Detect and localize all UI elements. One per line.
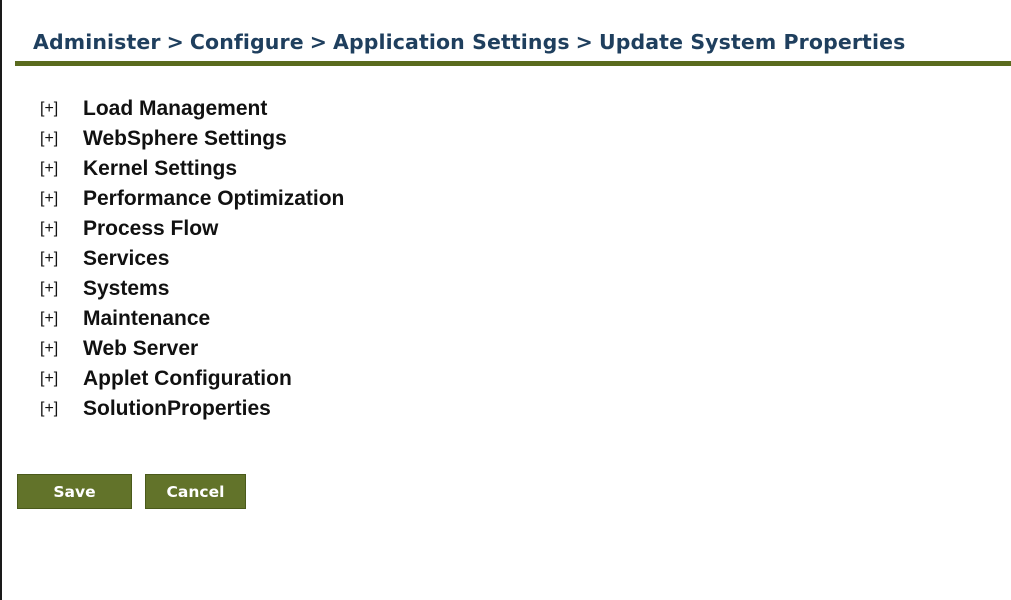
expand-toggle[interactable]: [+] bbox=[40, 190, 83, 208]
breadcrumb-separator: > bbox=[166, 30, 184, 54]
tree-item-performance-optimization: [+] Performance Optimization bbox=[40, 184, 344, 214]
breadcrumb: Administer > Configure > Application Setting… bbox=[33, 30, 905, 54]
tree-item-label[interactable]: Performance Optimization bbox=[83, 187, 344, 211]
tree-item-load-management: [+] Load Management bbox=[40, 94, 344, 124]
tree-item-label[interactable]: Applet Configuration bbox=[83, 367, 292, 391]
header-divider bbox=[15, 61, 1011, 66]
expand-toggle[interactable]: [+] bbox=[40, 400, 83, 418]
expand-toggle[interactable]: [+] bbox=[40, 250, 83, 268]
tree-item-web-server: [+] Web Server bbox=[40, 334, 344, 364]
tree-item-label[interactable]: Load Management bbox=[83, 97, 267, 121]
expand-toggle[interactable]: [+] bbox=[40, 310, 83, 328]
expand-toggle[interactable]: [+] bbox=[40, 370, 83, 388]
tree-item-label[interactable]: Web Server bbox=[83, 337, 198, 361]
breadcrumb-separator: > bbox=[575, 30, 593, 54]
breadcrumb-item-application-settings[interactable]: Application Settings bbox=[333, 30, 570, 54]
expand-toggle[interactable]: [+] bbox=[40, 220, 83, 238]
tree-item-label[interactable]: WebSphere Settings bbox=[83, 127, 287, 151]
breadcrumb-item-administer[interactable]: Administer bbox=[33, 30, 161, 54]
tree-item-websphere-settings: [+] WebSphere Settings bbox=[40, 124, 344, 154]
tree-item-label[interactable]: Systems bbox=[83, 277, 169, 301]
expand-toggle[interactable]: [+] bbox=[40, 130, 83, 148]
expand-toggle[interactable]: [+] bbox=[40, 100, 83, 118]
tree-item-label[interactable]: Maintenance bbox=[83, 307, 210, 331]
tree-item-label[interactable]: Kernel Settings bbox=[83, 157, 237, 181]
tree-item-services: [+] Services bbox=[40, 244, 344, 274]
save-button[interactable]: Save bbox=[17, 474, 132, 509]
expand-toggle[interactable]: [+] bbox=[40, 340, 83, 358]
tree-item-label[interactable]: SolutionProperties bbox=[83, 397, 271, 421]
breadcrumb-item-update-system-properties: Update System Properties bbox=[598, 30, 906, 54]
tree-item-solution-properties: [+] SolutionProperties bbox=[40, 394, 344, 424]
tree-item-process-flow: [+] Process Flow bbox=[40, 214, 344, 244]
expand-toggle[interactable]: [+] bbox=[40, 280, 83, 298]
tree-item-systems: [+] Systems bbox=[40, 274, 344, 304]
left-border bbox=[0, 0, 2, 600]
property-tree: [+] Load Management [+] WebSphere Settin… bbox=[40, 94, 344, 424]
tree-item-label[interactable]: Services bbox=[83, 247, 169, 271]
tree-item-kernel-settings: [+] Kernel Settings bbox=[40, 154, 344, 184]
tree-item-maintenance: [+] Maintenance bbox=[40, 304, 344, 334]
tree-item-label[interactable]: Process Flow bbox=[83, 217, 218, 241]
cancel-button[interactable]: Cancel bbox=[145, 474, 246, 509]
expand-toggle[interactable]: [+] bbox=[40, 160, 83, 178]
tree-item-applet-configuration: [+] Applet Configuration bbox=[40, 364, 344, 394]
breadcrumb-separator: > bbox=[309, 30, 327, 54]
breadcrumb-item-configure[interactable]: Configure bbox=[190, 30, 304, 54]
